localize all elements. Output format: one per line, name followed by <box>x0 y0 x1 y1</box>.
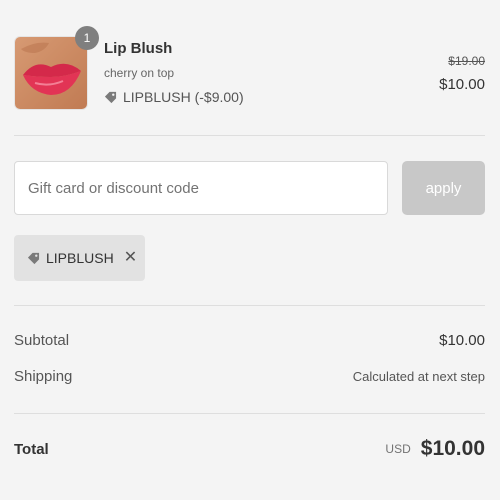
product-discount-line: LIPBLUSH (-$9.00) <box>104 89 244 105</box>
product-variant: cherry on top <box>104 66 175 80</box>
subtotal-value: $10.00 <box>439 332 485 349</box>
product-thumbnail-wrapper: 1 <box>14 26 99 110</box>
apply-button[interactable]: apply <box>402 161 485 215</box>
product-info: Lip Blush cherry on top LIPBLUSH (-$9.00… <box>104 40 244 105</box>
product-discount-text: LIPBLUSH (-$9.00) <box>123 89 244 105</box>
total-amount-group: USD $10.00 <box>385 437 485 461</box>
divider <box>14 305 485 306</box>
product-prices: $19.00 $10.00 <box>439 54 485 93</box>
shipping-label: Shipping <box>14 368 73 385</box>
subtotal-row: Subtotal $10.00 <box>14 332 485 349</box>
discount-code-input[interactable] <box>14 161 388 215</box>
total-label: Total <box>14 440 49 458</box>
applied-discount-chip: LIPBLUSH ✕ <box>14 235 145 281</box>
total-row: Total USD $10.00 <box>14 437 485 461</box>
final-price: $10.00 <box>439 76 485 93</box>
lips-image <box>15 37 87 109</box>
tag-icon <box>104 91 117 104</box>
original-price: $19.00 <box>448 54 485 68</box>
subtotal-label: Subtotal <box>14 332 70 349</box>
product-image <box>14 36 88 110</box>
currency-code: USD <box>385 442 411 456</box>
shipping-row: Shipping Calculated at next step <box>14 368 485 385</box>
total-value: $10.00 <box>420 437 485 460</box>
divider <box>14 413 485 414</box>
applied-code-text: LIPBLUSH <box>46 250 114 266</box>
divider <box>14 135 485 136</box>
remove-discount-icon[interactable]: ✕ <box>124 250 137 266</box>
line-item: 1 Lip Blush cherry on top LIPBLUSH (-$9.… <box>14 26 485 110</box>
shipping-value: Calculated at next step <box>352 369 485 384</box>
quantity-badge: 1 <box>75 26 99 50</box>
product-name: Lip Blush <box>104 40 173 57</box>
tag-icon <box>27 252 40 265</box>
